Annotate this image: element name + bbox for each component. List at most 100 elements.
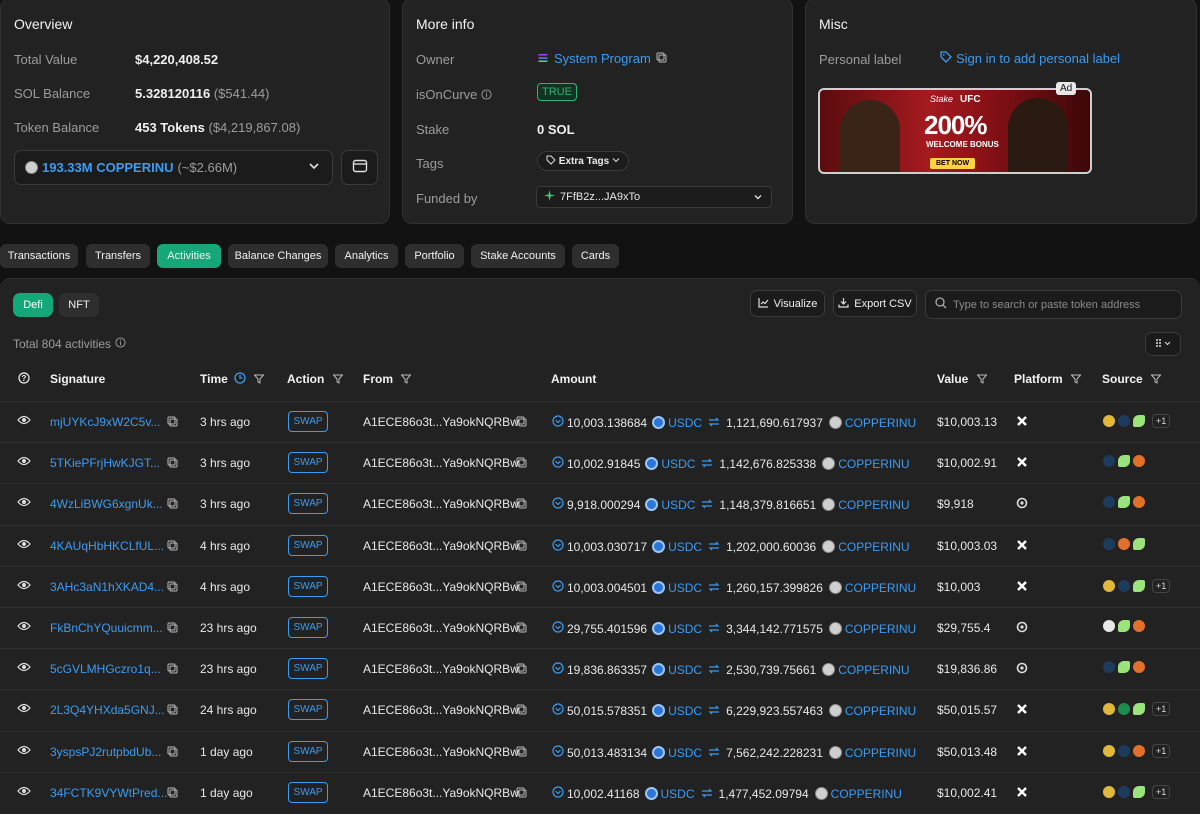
platform-icon[interactable] [1016, 786, 1028, 798]
token-in-link[interactable]: USDC [668, 704, 702, 718]
from-address[interactable]: A1ECE86o3t...Ya9okNQRBw [363, 703, 519, 717]
filter-icon[interactable] [396, 372, 412, 386]
signin-link[interactable]: Sign in to add personal label [956, 51, 1120, 66]
copy-icon[interactable] [167, 498, 178, 512]
signature-link[interactable]: 2L3Q4YHXda5GNJ... [50, 703, 165, 717]
expand-circle-icon[interactable] [552, 621, 564, 636]
token-in-link[interactable]: USDC [661, 498, 695, 512]
signature-link[interactable]: 3yspsPJ2rutpbdUb... [50, 745, 161, 759]
token-out-link[interactable]: COPPERINU [845, 416, 916, 430]
defi-toggle[interactable]: Defi [13, 293, 53, 317]
col-value[interactable]: Value [937, 372, 987, 386]
copy-icon[interactable] [167, 416, 178, 430]
platform-icon[interactable] [1016, 539, 1028, 551]
platform-icon[interactable] [1016, 456, 1028, 468]
tab-cards[interactable]: Cards [572, 244, 619, 268]
token-in-link[interactable]: USDC [661, 457, 695, 471]
more-sources-badge[interactable]: +1 [1152, 579, 1171, 593]
token-out-link[interactable]: COPPERINU [845, 746, 916, 760]
ad-banner[interactable]: Stake UFC 200% WELCOME BONUS BET NOW [818, 88, 1092, 174]
signature-link[interactable]: 5TKiePFrjHwKJGT... [50, 456, 160, 470]
eye-icon[interactable] [17, 496, 31, 511]
eye-icon[interactable] [17, 414, 31, 429]
expand-circle-icon[interactable] [552, 497, 564, 512]
filter-icon[interactable] [328, 372, 343, 386]
column-settings-button[interactable] [1145, 332, 1181, 356]
platform-icon[interactable] [1016, 415, 1028, 427]
eye-icon[interactable] [17, 661, 31, 676]
from-address[interactable]: A1ECE86o3t...Ya9okNQRBw [363, 745, 519, 759]
eye-icon[interactable] [17, 538, 31, 553]
copy-icon[interactable] [516, 498, 527, 512]
expand-circle-icon[interactable] [552, 662, 564, 677]
tab-transfers[interactable]: Transfers [86, 244, 150, 268]
platform-icon[interactable] [1016, 703, 1028, 715]
platform-icon[interactable] [1016, 497, 1028, 509]
col-source[interactable]: Source [1102, 372, 1162, 386]
tab-transactions[interactable]: Transactions [0, 244, 78, 268]
source-icons[interactable]: +1 [1103, 579, 1171, 593]
token-out-link[interactable]: COPPERINU [838, 457, 909, 471]
copy-icon[interactable] [656, 51, 667, 66]
col-platform[interactable]: Platform [1014, 372, 1082, 386]
expand-circle-icon[interactable] [552, 786, 564, 801]
platform-icon[interactable] [1016, 580, 1028, 592]
source-icons[interactable]: +1 [1103, 702, 1171, 716]
extra-tags-dropdown[interactable]: Extra Tags [537, 151, 629, 171]
expand-circle-icon[interactable] [552, 539, 564, 554]
source-icons[interactable] [1103, 620, 1145, 632]
from-address[interactable]: A1ECE86o3t...Ya9okNQRBw [363, 497, 519, 511]
from-address[interactable]: A1ECE86o3t...Ya9okNQRBw [363, 456, 519, 470]
tab-activities[interactable]: Activities [157, 244, 221, 268]
expand-circle-icon[interactable] [552, 415, 564, 430]
eye-icon[interactable] [17, 455, 31, 470]
from-address[interactable]: A1ECE86o3t...Ya9okNQRBw [363, 580, 519, 594]
token-in-link[interactable]: USDC [668, 581, 702, 595]
signature-link[interactable]: 5cGVLMHGczro1q... [50, 662, 161, 676]
copy-icon[interactable] [167, 581, 178, 595]
token-out-link[interactable]: COPPERINU [838, 663, 909, 677]
more-sources-badge[interactable]: +1 [1152, 744, 1171, 758]
help-icon[interactable]: ? [18, 372, 30, 387]
expand-circle-icon[interactable] [552, 456, 564, 471]
platform-icon[interactable] [1016, 621, 1028, 633]
col-time[interactable]: Time [200, 372, 265, 386]
signature-link[interactable]: 4WzLiBWG6xgnUk... [50, 497, 163, 511]
export-csv-button[interactable]: Export CSV [833, 290, 917, 317]
eye-icon[interactable] [17, 579, 31, 594]
filter-icon[interactable] [249, 372, 265, 386]
copy-icon[interactable] [516, 457, 527, 471]
copy-icon[interactable] [516, 704, 527, 718]
copy-icon[interactable] [167, 704, 178, 718]
more-sources-badge[interactable]: +1 [1152, 702, 1171, 716]
signin-link-wrap[interactable]: Sign in to add personal label [940, 51, 1120, 66]
expand-circle-icon[interactable] [552, 703, 564, 718]
search-input[interactable] [953, 298, 1173, 311]
tab-portfolio[interactable]: Portfolio [405, 244, 464, 268]
eye-icon[interactable] [17, 620, 31, 635]
token-out-link[interactable]: COPPERINU [838, 498, 909, 512]
tab-analytics[interactable]: Analytics [335, 244, 398, 268]
platform-icon[interactable] [1016, 745, 1028, 757]
token-dropdown[interactable]: 193.33M COPPERINU (~$2.66M) [14, 150, 333, 185]
copy-icon[interactable] [167, 787, 178, 801]
copy-icon[interactable] [516, 622, 527, 636]
owner-link[interactable]: System Program [554, 51, 651, 66]
more-sources-badge[interactable]: +1 [1152, 785, 1171, 799]
eye-icon[interactable] [17, 702, 31, 717]
from-address[interactable]: A1ECE86o3t...Ya9okNQRBw [363, 415, 519, 429]
token-in-link[interactable]: USDC [668, 663, 702, 677]
source-icons[interactable] [1103, 496, 1145, 508]
nft-toggle[interactable]: NFT [59, 293, 99, 317]
source-icons[interactable]: +1 [1103, 414, 1171, 428]
copy-icon[interactable] [167, 622, 178, 636]
signature-link[interactable]: FkBnChYQuuicmm... [50, 621, 163, 635]
more-sources-badge[interactable]: +1 [1152, 414, 1171, 428]
token-list-button[interactable] [341, 150, 378, 185]
clock-icon[interactable] [231, 372, 246, 386]
token-in-link[interactable]: USDC [668, 416, 702, 430]
token-out-link[interactable]: COPPERINU [838, 540, 909, 554]
from-address[interactable]: A1ECE86o3t...Ya9okNQRBw [363, 621, 519, 635]
source-icons[interactable] [1103, 455, 1145, 467]
filter-icon[interactable] [1146, 372, 1162, 386]
